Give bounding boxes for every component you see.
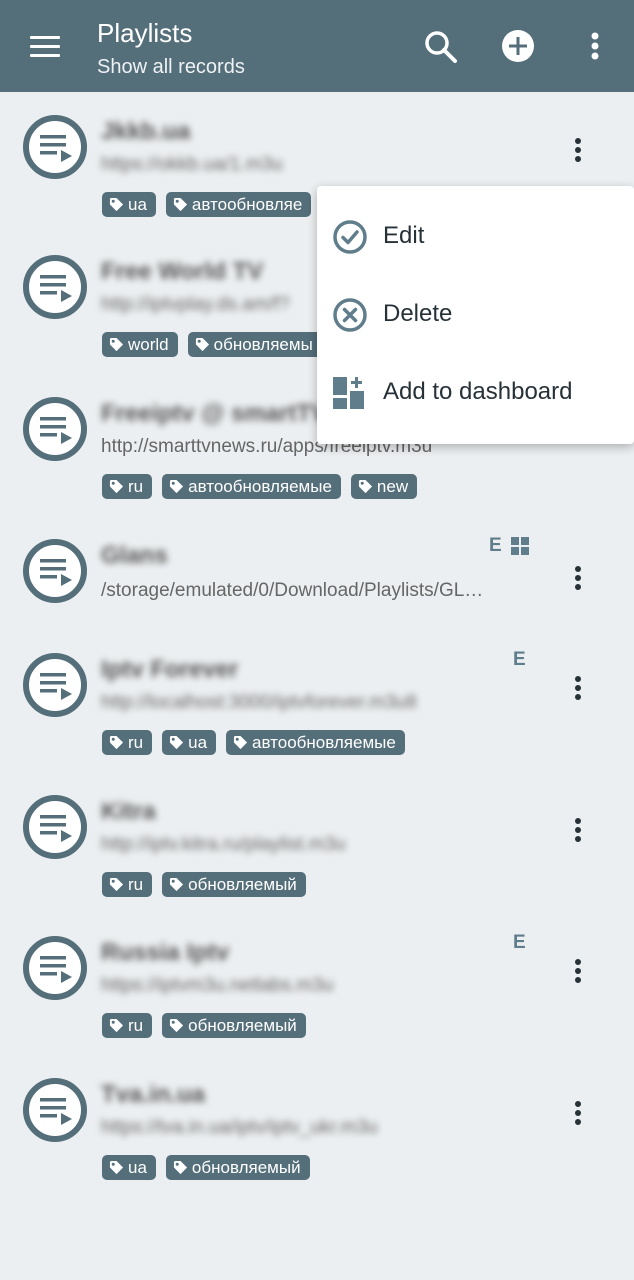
playlist-name: Tva.in.ua bbox=[101, 1081, 206, 1108]
playlist-row[interactable]: Tva.in.ua https://tva.in.ua/iptv/iptv_uk… bbox=[0, 1055, 634, 1195]
search-icon[interactable] bbox=[420, 26, 460, 66]
menu-item-label: Add to dashboard bbox=[383, 378, 573, 405]
tag-badge: ru bbox=[102, 730, 153, 755]
tag-badge: автообновляемые bbox=[162, 474, 341, 499]
playlist-row[interactable]: Kitra http://iptv.kitra.ru/playlist.m3u … bbox=[0, 772, 634, 912]
page-subtitle[interactable]: Show all records bbox=[97, 56, 245, 79]
tag-list: ru ua автообновляемые bbox=[102, 730, 405, 755]
tag-icon bbox=[109, 735, 124, 750]
playlist-name: Jkkb.ua bbox=[101, 118, 191, 145]
playlist-icon bbox=[23, 115, 87, 179]
menu-item-add-to-dashboard[interactable]: Add to dashboard bbox=[317, 356, 634, 434]
row-more-icon[interactable] bbox=[566, 810, 590, 850]
tag-list: ua автообновляе bbox=[102, 192, 312, 217]
row-more-icon[interactable] bbox=[566, 558, 590, 598]
tag-icon bbox=[109, 877, 124, 892]
tag-icon bbox=[170, 1018, 184, 1033]
context-menu: Edit Delete Add to dashboard bbox=[317, 186, 634, 444]
tag-list: ua обновляемый bbox=[102, 1155, 310, 1180]
playlist-icon bbox=[23, 1078, 87, 1142]
tag-icon bbox=[173, 1160, 187, 1175]
playlist-url: https://tva.in.ua/iptv/iptv_ukr.m3u bbox=[101, 1117, 378, 1138]
add-circle-icon[interactable] bbox=[498, 26, 538, 66]
menu-item-delete[interactable]: Delete bbox=[317, 278, 634, 356]
tag-badge: ru bbox=[102, 1013, 153, 1038]
playlist-url: https://iptvm3u.netlabs.m3u bbox=[101, 975, 334, 996]
edited-badge: E bbox=[489, 535, 502, 556]
tag-list: world обновляемы bbox=[102, 332, 322, 357]
tag-badge: ru bbox=[102, 872, 153, 897]
tag-badge: автообновляемые bbox=[226, 730, 405, 755]
playlist-name: Freeiptv @ smartTV bbox=[101, 400, 328, 427]
tag-icon bbox=[233, 735, 248, 750]
tag-badge: обновляемый bbox=[162, 872, 306, 897]
tag-badge: ru bbox=[102, 474, 153, 499]
tag-icon bbox=[173, 197, 187, 212]
row-more-icon[interactable] bbox=[566, 668, 590, 708]
tag-badge: ua bbox=[162, 730, 217, 755]
menu-item-edit[interactable]: Edit bbox=[317, 200, 634, 278]
playlist-icon bbox=[23, 795, 87, 859]
playlist-name: Free World TV bbox=[101, 258, 264, 285]
tag-badge: new bbox=[350, 474, 418, 499]
playlist-url: /storage/emulated/0/Download/Playlists/G… bbox=[101, 580, 484, 601]
edited-badge: E bbox=[513, 932, 526, 953]
playlist-name: Iptv Forever bbox=[101, 656, 239, 683]
tag-badge: ua bbox=[102, 192, 156, 217]
row-more-icon[interactable] bbox=[566, 951, 590, 991]
tag-icon bbox=[195, 337, 209, 352]
playlist-icon bbox=[23, 936, 87, 1000]
playlist-url: http://iptv.kitra.ru/playlist.m3u bbox=[101, 834, 346, 855]
tag-list: ru обновляемый bbox=[102, 872, 306, 897]
tag-badge: ua bbox=[102, 1155, 156, 1180]
tag-badge: обновляемы bbox=[187, 332, 322, 357]
playlist-url: http://iptvplay.ds.am/f? bbox=[101, 294, 290, 315]
playlist-row[interactable]: Russia Iptv https://iptvm3u.netlabs.m3u … bbox=[0, 913, 634, 1053]
tag-badge: автообновляе bbox=[165, 192, 312, 217]
playlist-name: Glans bbox=[101, 542, 168, 569]
tag-icon bbox=[170, 735, 184, 750]
tag-icon bbox=[170, 877, 184, 892]
dashboard-add-icon bbox=[333, 377, 364, 409]
tag-icon bbox=[109, 1160, 124, 1175]
tag-badge: обновляемый bbox=[165, 1155, 310, 1180]
tag-icon bbox=[358, 479, 372, 494]
playlist-icon bbox=[23, 255, 87, 319]
tag-badge: world bbox=[102, 332, 178, 357]
cancel-circle-icon bbox=[333, 298, 367, 332]
menu-icon[interactable] bbox=[22, 28, 68, 64]
tag-icon bbox=[109, 1018, 124, 1033]
menu-item-label: Delete bbox=[383, 300, 453, 327]
tag-icon bbox=[109, 197, 124, 212]
more-vert-icon[interactable] bbox=[575, 26, 615, 66]
playlist-row[interactable]: Iptv Forever http://localhost:3000/iptvf… bbox=[0, 630, 634, 770]
check-circle-icon bbox=[333, 220, 367, 254]
playlist-url: https://okkb.ua/1.m3u bbox=[101, 154, 283, 175]
row-more-icon[interactable] bbox=[566, 1093, 590, 1133]
tag-badge: обновляемый bbox=[162, 1013, 306, 1038]
playlist-url: http://localhost:3000/iptvforever.m3u8 bbox=[101, 692, 417, 713]
playlist-icon bbox=[23, 397, 87, 461]
tag-icon bbox=[109, 337, 124, 352]
playlist-icon bbox=[23, 539, 87, 603]
tag-list: ru автообновляемые new bbox=[102, 474, 418, 499]
row-more-icon[interactable] bbox=[566, 130, 590, 170]
app-bar: Playlists Show all records bbox=[0, 0, 634, 92]
playlist-icon bbox=[23, 653, 87, 717]
page-title: Playlists bbox=[97, 18, 193, 48]
dashboard-icon bbox=[511, 537, 529, 555]
playlist-name: Kitra bbox=[101, 798, 156, 825]
tag-icon bbox=[109, 479, 124, 494]
playlist-name: Russia Iptv bbox=[101, 939, 230, 966]
menu-item-label: Edit bbox=[383, 222, 425, 249]
edited-badge: E bbox=[513, 649, 526, 670]
tag-icon bbox=[170, 479, 184, 494]
tag-list: ru обновляемый bbox=[102, 1013, 306, 1038]
